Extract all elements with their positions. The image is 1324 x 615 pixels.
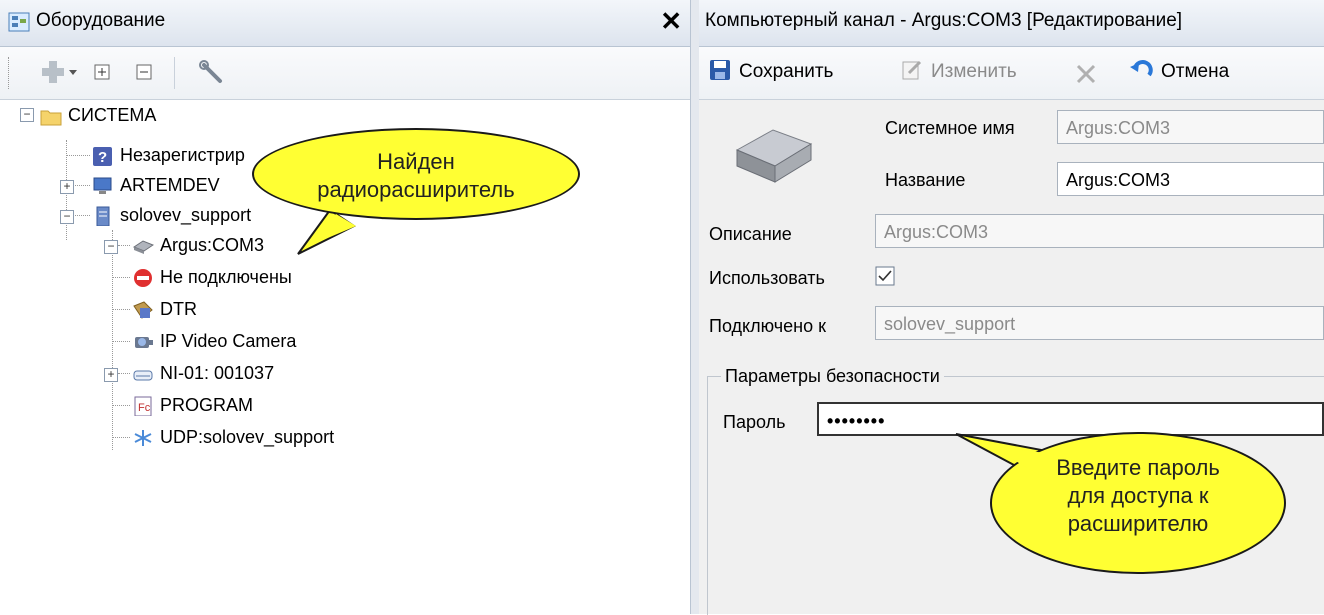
- server-icon: [96, 206, 110, 227]
- collapse-toggle[interactable]: −: [20, 108, 34, 122]
- stop-icon: [134, 269, 152, 288]
- dtr-icon: [133, 301, 153, 319]
- folder-icon: [40, 110, 62, 126]
- tree-item-label: PROGRAM: [160, 395, 254, 415]
- collapse-toggle[interactable]: −: [104, 240, 118, 254]
- tree-item-ip-video-camera[interactable]: IP Video Camera: [132, 326, 296, 356]
- drive-icon: [133, 370, 153, 381]
- password-label: Пароль: [723, 412, 786, 432]
- dropdown-arrow-icon[interactable]: [68, 69, 78, 77]
- connected-to-field: solovev_support: [875, 306, 1324, 340]
- help-icon: ?: [93, 147, 112, 167]
- tree-item-label: СИСТЕМА: [68, 105, 157, 125]
- add-icon[interactable]: [40, 59, 66, 85]
- program-icon: Fc: [134, 396, 152, 417]
- use-label: Использовать: [709, 268, 825, 288]
- tree-item-system[interactable]: СИСТЕМА: [40, 100, 156, 130]
- device-icon: [132, 240, 154, 255]
- toolbar-separator: [174, 57, 175, 89]
- tree-item-ni-01[interactable]: NI-01: 001037: [132, 358, 274, 388]
- expand-all-icon[interactable]: [94, 64, 110, 80]
- tree-item-dtr[interactable]: DTR: [132, 294, 197, 324]
- tree-item-program[interactable]: Fc PROGRAM: [132, 390, 253, 420]
- edit-label: Изменить: [931, 61, 1017, 82]
- delete-icon[interactable]: [1075, 63, 1097, 85]
- toolbar-grip: [8, 57, 12, 89]
- save-label: Сохранить: [739, 61, 834, 82]
- tree-item-artemdev[interactable]: ARTEMDEV: [92, 170, 220, 200]
- found-callout: Найден радиорасширитель: [252, 128, 580, 220]
- tree-item-label: IP Video Camera: [160, 331, 297, 351]
- equipment-panel-title: Оборудование: [36, 10, 166, 31]
- save-icon: [710, 60, 730, 80]
- description-field[interactable]: Argus:COM3: [875, 214, 1324, 248]
- camera-icon: [135, 337, 153, 349]
- callout-line: Найден: [377, 149, 455, 174]
- callout-line: радиорасширитель: [317, 177, 515, 202]
- tree-item-label: DTR: [160, 299, 197, 319]
- security-group-label: Параметры безопасности: [721, 366, 944, 387]
- editor-title-bar: Компьютерный канал - Argus:COM3 [Редакти…: [699, 0, 1324, 47]
- password-field[interactable]: ••••••••: [817, 402, 1324, 436]
- tree-item-argus-com3[interactable]: Argus:COM3: [132, 230, 264, 260]
- svg-text:?: ?: [98, 149, 107, 166]
- callout-pointer-mask: [304, 214, 356, 248]
- cancel-button[interactable]: Отмена: [1129, 57, 1229, 87]
- tree-item-label: ARTEMDEV: [120, 175, 220, 195]
- save-button[interactable]: Сохранить: [709, 57, 833, 87]
- tree-item-unregistered[interactable]: ? Незарегистрир: [92, 140, 245, 170]
- svg-text:Fc: Fc: [138, 402, 151, 414]
- close-icon[interactable]: ✕: [660, 6, 682, 37]
- undo-icon: [1130, 60, 1153, 77]
- system-name-label: Системное имя: [885, 118, 1015, 138]
- tree-item-label: solovev_support: [120, 205, 252, 225]
- name-field[interactable]: Argus:COM3: [1057, 162, 1324, 196]
- network-icon: [134, 430, 152, 447]
- name-label: Название: [885, 170, 966, 190]
- expand-toggle[interactable]: +: [60, 180, 74, 194]
- collapse-toggle[interactable]: −: [60, 210, 74, 224]
- callout-line: для доступа к: [1067, 483, 1209, 508]
- collapse-all-icon[interactable]: [136, 64, 152, 80]
- equipment-icon: [8, 12, 30, 32]
- expand-toggle[interactable]: +: [104, 368, 118, 382]
- tree-item-solovev-support[interactable]: solovev_support: [92, 200, 251, 230]
- callout-line: расширителю: [1067, 511, 1209, 536]
- tree-item-label: NI-01: 001037: [160, 363, 275, 383]
- editor-title: Компьютерный канал - Argus:COM3 [Редакти…: [705, 10, 1183, 31]
- tree-item-label: Argus:COM3: [160, 235, 265, 255]
- use-checkbox[interactable]: [875, 266, 895, 286]
- cancel-label: Отмена: [1161, 61, 1230, 82]
- computer-icon: [93, 177, 112, 195]
- equipment-toolbar: [0, 47, 690, 100]
- edit-button[interactable]: Изменить: [901, 57, 1017, 87]
- callout-pointer-mask: [990, 446, 1054, 480]
- tree-item-udp[interactable]: UDP:solovev_support: [132, 422, 334, 452]
- editor-toolbar: Сохранить Изменить Отмена: [699, 47, 1324, 100]
- edit-icon: [902, 60, 922, 80]
- system-name-field: Argus:COM3: [1057, 110, 1324, 144]
- device-image-icon: [735, 129, 813, 183]
- tree-item-label: UDP:solovev_support: [160, 427, 335, 447]
- tree-item-not-connected[interactable]: Не подключены: [132, 262, 292, 292]
- wrench-icon[interactable]: [198, 59, 226, 87]
- equipment-panel-title-bar: Оборудование ✕: [0, 0, 690, 47]
- description-label: Описание: [709, 224, 792, 244]
- connected-to-label: Подключено к: [709, 316, 826, 336]
- tree-item-label: Не подключены: [160, 267, 292, 287]
- tree-item-label: Незарегистрир: [120, 145, 245, 165]
- equipment-panel: Оборудование ✕ − СИСТЕМА ? Незарегистрир…: [0, 0, 690, 614]
